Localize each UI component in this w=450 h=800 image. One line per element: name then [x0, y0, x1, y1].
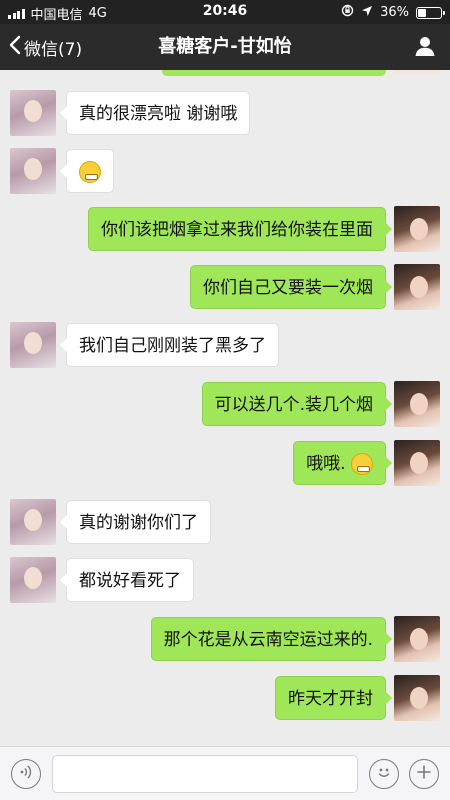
message-row: 我们自己刚刚装了黑多了 [0, 322, 450, 368]
grin-emoji-icon [351, 453, 373, 475]
my-avatar[interactable] [394, 440, 440, 486]
message-row: 真的谢谢你们了 [0, 499, 450, 545]
profile-icon [414, 37, 436, 61]
message-row: 都说好看死了 [0, 557, 450, 603]
partial-avatar [394, 70, 440, 75]
message-bubble[interactable]: 哦哦. [293, 441, 392, 485]
message-row: 那个花是从云南空运过来的. [0, 616, 450, 662]
my-avatar[interactable] [394, 616, 440, 662]
voice-button[interactable] [11, 759, 41, 789]
message-row: 哦哦. [0, 440, 450, 486]
location-icon [361, 5, 373, 21]
chat-area[interactable]: 真的很漂亮啦 谢谢哦 你们该把烟拿过来我们给你装在里面 你们自己又要装一次烟 我… [0, 70, 450, 746]
contact-avatar[interactable] [10, 148, 56, 194]
my-avatar[interactable] [394, 264, 440, 310]
battery-level [418, 8, 426, 17]
status-bar: 中国电信 4G 20:46 36% [0, 0, 450, 24]
message-row: 真的很漂亮啦 谢谢哦 [0, 90, 450, 136]
contact-avatar[interactable] [10, 90, 56, 136]
battery-cap [443, 10, 445, 15]
message-bubble[interactable]: 真的很漂亮啦 谢谢哦 [59, 91, 251, 135]
message-row: 你们该把烟拿过来我们给你装在里面 [0, 206, 450, 252]
profile-button[interactable] [414, 35, 436, 61]
plus-icon [416, 764, 432, 784]
status-right: 36% [341, 4, 445, 21]
emoji-button[interactable] [369, 759, 399, 789]
battery-percent: 36% [380, 5, 409, 20]
add-button[interactable] [409, 759, 439, 789]
message-bubble[interactable]: 我们自己刚刚装了黑多了 [60, 323, 279, 367]
message-bubble[interactable]: 那个花是从云南空运过来的. [150, 617, 393, 661]
nav-bar: 微信(7) 喜糖客户-甘如怡 [0, 24, 450, 70]
message-row: 你们自己又要装一次烟 [0, 264, 450, 310]
voice-icon [18, 764, 34, 784]
message-bubble[interactable]: 你们自己又要装一次烟 [190, 265, 392, 309]
rotation-lock-icon [341, 4, 354, 21]
battery-icon [416, 6, 445, 19]
smirk-emoji-icon [79, 161, 101, 183]
contact-avatar[interactable] [10, 499, 56, 545]
message-bubble[interactable]: 真的谢谢你们了 [60, 500, 211, 544]
message-row [0, 148, 450, 194]
my-avatar[interactable] [394, 206, 440, 252]
message-bubble[interactable]: 都说好看死了 [60, 558, 194, 602]
message-row: 昨天才开封 [0, 675, 450, 721]
message-bubble[interactable]: 你们该把烟拿过来我们给你装在里面 [88, 207, 392, 251]
contact-avatar[interactable] [10, 557, 56, 603]
message-bubble[interactable]: 昨天才开封 [275, 676, 392, 720]
input-bar [0, 746, 450, 800]
message-row: 可以送几个.装几个烟 [0, 381, 450, 427]
partial-message-bubble [162, 70, 386, 76]
message-text: 哦哦. [306, 454, 346, 474]
emoji-icon [374, 762, 394, 786]
my-avatar[interactable] [394, 381, 440, 427]
contact-avatar[interactable] [10, 322, 56, 368]
my-avatar[interactable] [394, 675, 440, 721]
message-input[interactable] [52, 755, 358, 793]
message-bubble[interactable]: 可以送几个.装几个烟 [201, 382, 393, 426]
message-bubble[interactable] [60, 149, 114, 193]
chat-title: 喜糖客户-甘如怡 [158, 36, 292, 57]
